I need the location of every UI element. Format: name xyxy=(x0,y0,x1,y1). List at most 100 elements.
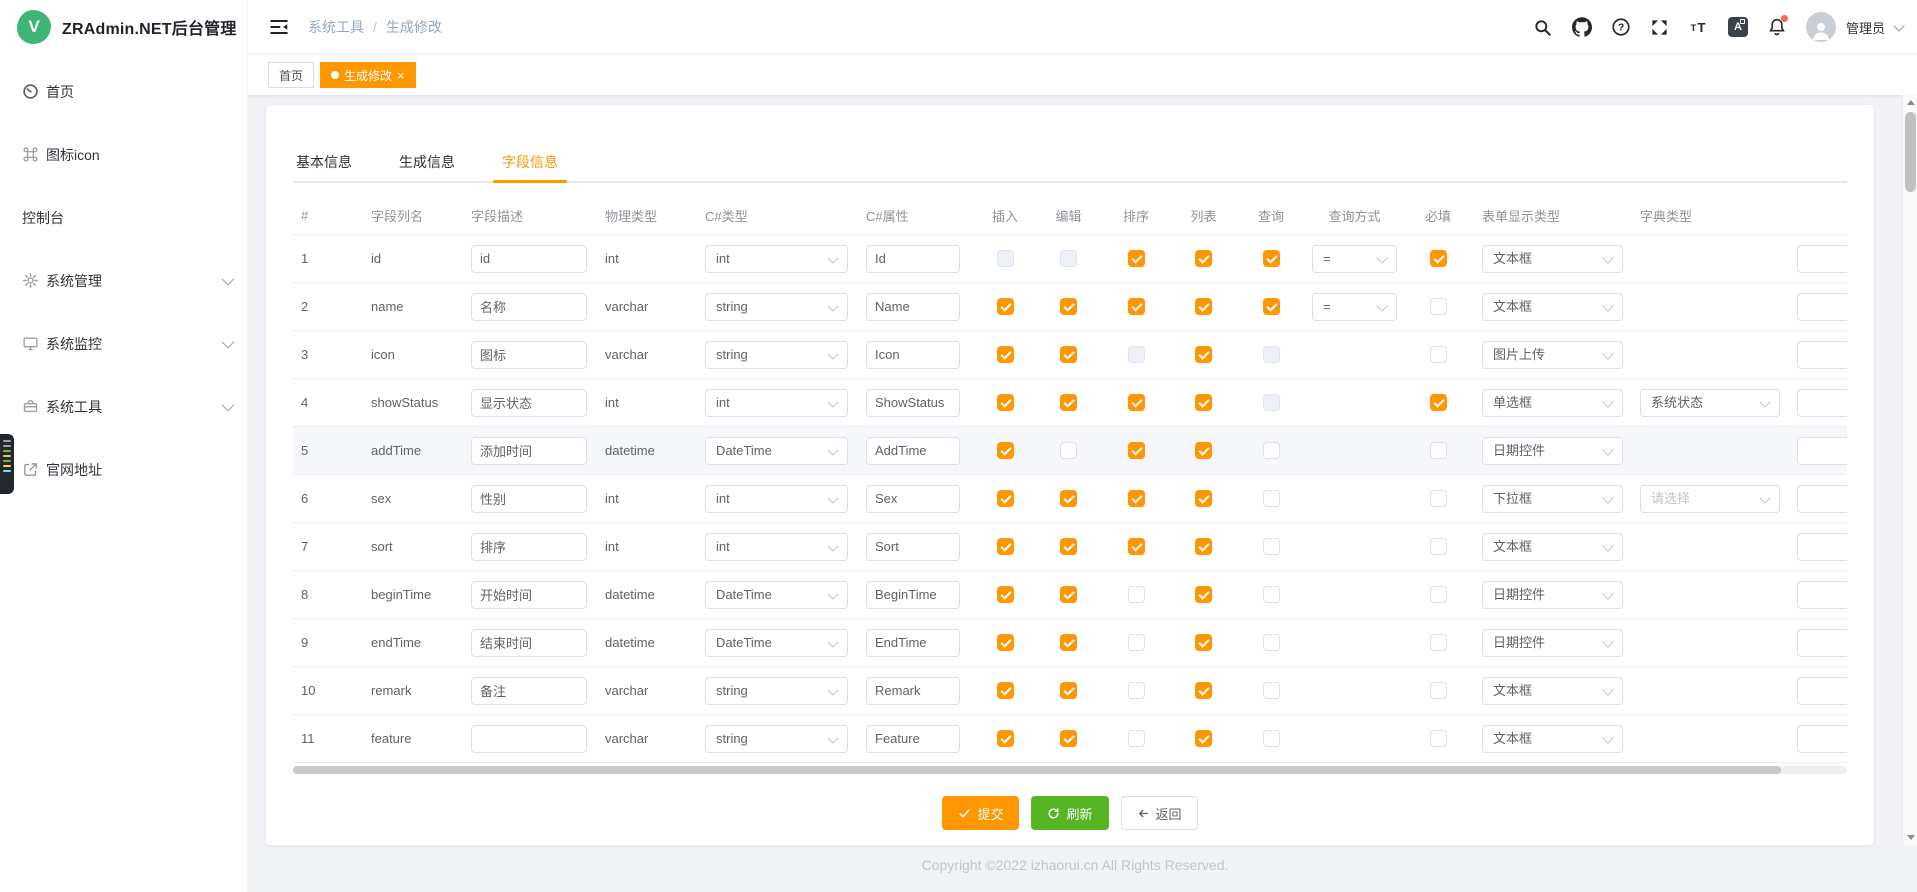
description-input[interactable] xyxy=(471,629,587,657)
display-type-select[interactable]: 文本框 xyxy=(1482,533,1623,561)
horizontal-scrollbar[interactable] xyxy=(293,766,1847,774)
required-checkbox[interactable] xyxy=(1430,250,1447,267)
list-checkbox[interactable] xyxy=(1195,394,1212,411)
edit-checkbox[interactable] xyxy=(1060,586,1077,603)
csharp-type-select[interactable]: string xyxy=(705,677,848,705)
extra-input[interactable] xyxy=(1797,341,1847,369)
dict-type-select[interactable]: 请选择 xyxy=(1640,485,1780,513)
required-checkbox[interactable] xyxy=(1430,346,1447,363)
list-checkbox[interactable] xyxy=(1195,538,1212,555)
breadcrumb-item[interactable]: 系统工具 xyxy=(308,17,364,37)
sort-checkbox[interactable] xyxy=(1128,442,1145,459)
insert-checkbox[interactable] xyxy=(997,634,1014,651)
list-checkbox[interactable] xyxy=(1195,682,1212,699)
sort-checkbox[interactable] xyxy=(1128,490,1145,507)
display-type-select[interactable]: 图片上传 xyxy=(1482,341,1623,369)
csharp-property-input[interactable] xyxy=(866,629,960,657)
csharp-type-select[interactable]: DateTime xyxy=(705,629,848,657)
query-checkbox[interactable] xyxy=(1263,634,1280,651)
list-checkbox[interactable] xyxy=(1195,250,1212,267)
horizontal-scrollbar-thumb[interactable] xyxy=(293,766,1781,774)
description-input[interactable] xyxy=(471,677,587,705)
edit-checkbox[interactable] xyxy=(1060,490,1077,507)
csharp-type-select[interactable]: int xyxy=(705,533,848,561)
edit-checkbox[interactable] xyxy=(1060,298,1077,315)
insert-checkbox[interactable] xyxy=(997,442,1014,459)
extra-input[interactable] xyxy=(1797,389,1847,417)
required-checkbox[interactable] xyxy=(1430,682,1447,699)
insert-checkbox[interactable] xyxy=(997,394,1014,411)
required-checkbox[interactable] xyxy=(1430,298,1447,315)
csharp-property-input[interactable] xyxy=(866,437,960,465)
tab-generate-info[interactable]: 生成信息 xyxy=(396,143,458,181)
description-input[interactable] xyxy=(471,341,587,369)
extra-input[interactable] xyxy=(1797,245,1847,273)
scroll-down-arrow[interactable] xyxy=(1903,830,1917,845)
csharp-property-input[interactable] xyxy=(866,533,960,561)
description-input[interactable] xyxy=(471,389,587,417)
display-type-select[interactable]: 文本框 xyxy=(1482,677,1623,705)
insert-checkbox[interactable] xyxy=(997,586,1014,603)
display-type-select[interactable]: 文本框 xyxy=(1482,293,1623,321)
dict-type-select[interactable]: 系统状态 xyxy=(1640,389,1780,417)
display-type-select[interactable]: 单选框 xyxy=(1482,389,1623,417)
list-checkbox[interactable] xyxy=(1195,490,1212,507)
github-icon[interactable] xyxy=(1572,17,1592,37)
required-checkbox[interactable] xyxy=(1430,634,1447,651)
sidebar-item-icons[interactable]: 图标icon xyxy=(0,123,247,186)
extra-input[interactable] xyxy=(1797,581,1847,609)
vertical-scrollbar-thumb[interactable] xyxy=(1905,112,1916,192)
csharp-property-input[interactable] xyxy=(866,293,960,321)
tab-basic-info[interactable]: 基本信息 xyxy=(293,143,355,181)
side-panel-handle[interactable] xyxy=(0,434,14,494)
sort-checkbox[interactable] xyxy=(1128,682,1145,699)
query-checkbox[interactable] xyxy=(1263,250,1280,267)
sort-checkbox[interactable] xyxy=(1128,250,1145,267)
edit-checkbox[interactable] xyxy=(1060,730,1077,747)
chevron-down-icon[interactable] xyxy=(1893,20,1904,31)
bell-icon[interactable] xyxy=(1767,17,1787,37)
display-type-select[interactable]: 文本框 xyxy=(1482,245,1623,273)
close-icon[interactable]: × xyxy=(397,69,405,82)
vertical-scrollbar[interactable] xyxy=(1902,95,1917,845)
csharp-type-select[interactable]: int xyxy=(705,485,848,513)
list-checkbox[interactable] xyxy=(1195,634,1212,651)
insert-checkbox[interactable] xyxy=(997,298,1014,315)
sidebar-item-console[interactable]: 控制台 xyxy=(0,186,247,249)
extra-input[interactable] xyxy=(1797,629,1847,657)
extra-input[interactable] xyxy=(1797,485,1847,513)
list-checkbox[interactable] xyxy=(1195,298,1212,315)
csharp-type-select[interactable]: string xyxy=(705,725,848,753)
csharp-type-select[interactable]: string xyxy=(705,341,848,369)
username[interactable]: 管理员 xyxy=(1846,18,1885,37)
query-type-select[interactable]: = xyxy=(1312,245,1397,273)
tab-field-info[interactable]: 字段信息 xyxy=(499,143,561,181)
sidebar-fold-icon[interactable] xyxy=(268,16,290,38)
sort-checkbox[interactable] xyxy=(1128,730,1145,747)
required-checkbox[interactable] xyxy=(1430,394,1447,411)
csharp-property-input[interactable] xyxy=(866,581,960,609)
csharp-type-select[interactable]: string xyxy=(705,293,848,321)
display-type-select[interactable]: 日期控件 xyxy=(1482,437,1623,465)
sidebar-item-system-tools[interactable]: 系统工具 xyxy=(0,375,247,438)
font-size-icon[interactable]: TT xyxy=(1689,17,1709,37)
extra-input[interactable] xyxy=(1797,677,1847,705)
csharp-property-input[interactable] xyxy=(866,341,960,369)
csharp-type-select[interactable]: int xyxy=(705,245,848,273)
insert-checkbox[interactable] xyxy=(997,682,1014,699)
description-input[interactable] xyxy=(471,437,587,465)
list-checkbox[interactable] xyxy=(1195,346,1212,363)
query-checkbox[interactable] xyxy=(1263,538,1280,555)
required-checkbox[interactable] xyxy=(1430,586,1447,603)
query-checkbox[interactable] xyxy=(1263,490,1280,507)
edit-checkbox[interactable] xyxy=(1060,682,1077,699)
sort-checkbox[interactable] xyxy=(1128,538,1145,555)
avatar[interactable] xyxy=(1806,12,1836,42)
csharp-property-input[interactable] xyxy=(866,725,960,753)
tag-generate-edit[interactable]: 生成修改 × xyxy=(320,62,416,88)
display-type-select[interactable]: 日期控件 xyxy=(1482,581,1623,609)
app-logo-row[interactable]: V ZRAdmin.NET后台管理 xyxy=(0,0,247,54)
required-checkbox[interactable] xyxy=(1430,490,1447,507)
help-icon[interactable]: ? xyxy=(1611,17,1631,37)
csharp-property-input[interactable] xyxy=(866,389,960,417)
